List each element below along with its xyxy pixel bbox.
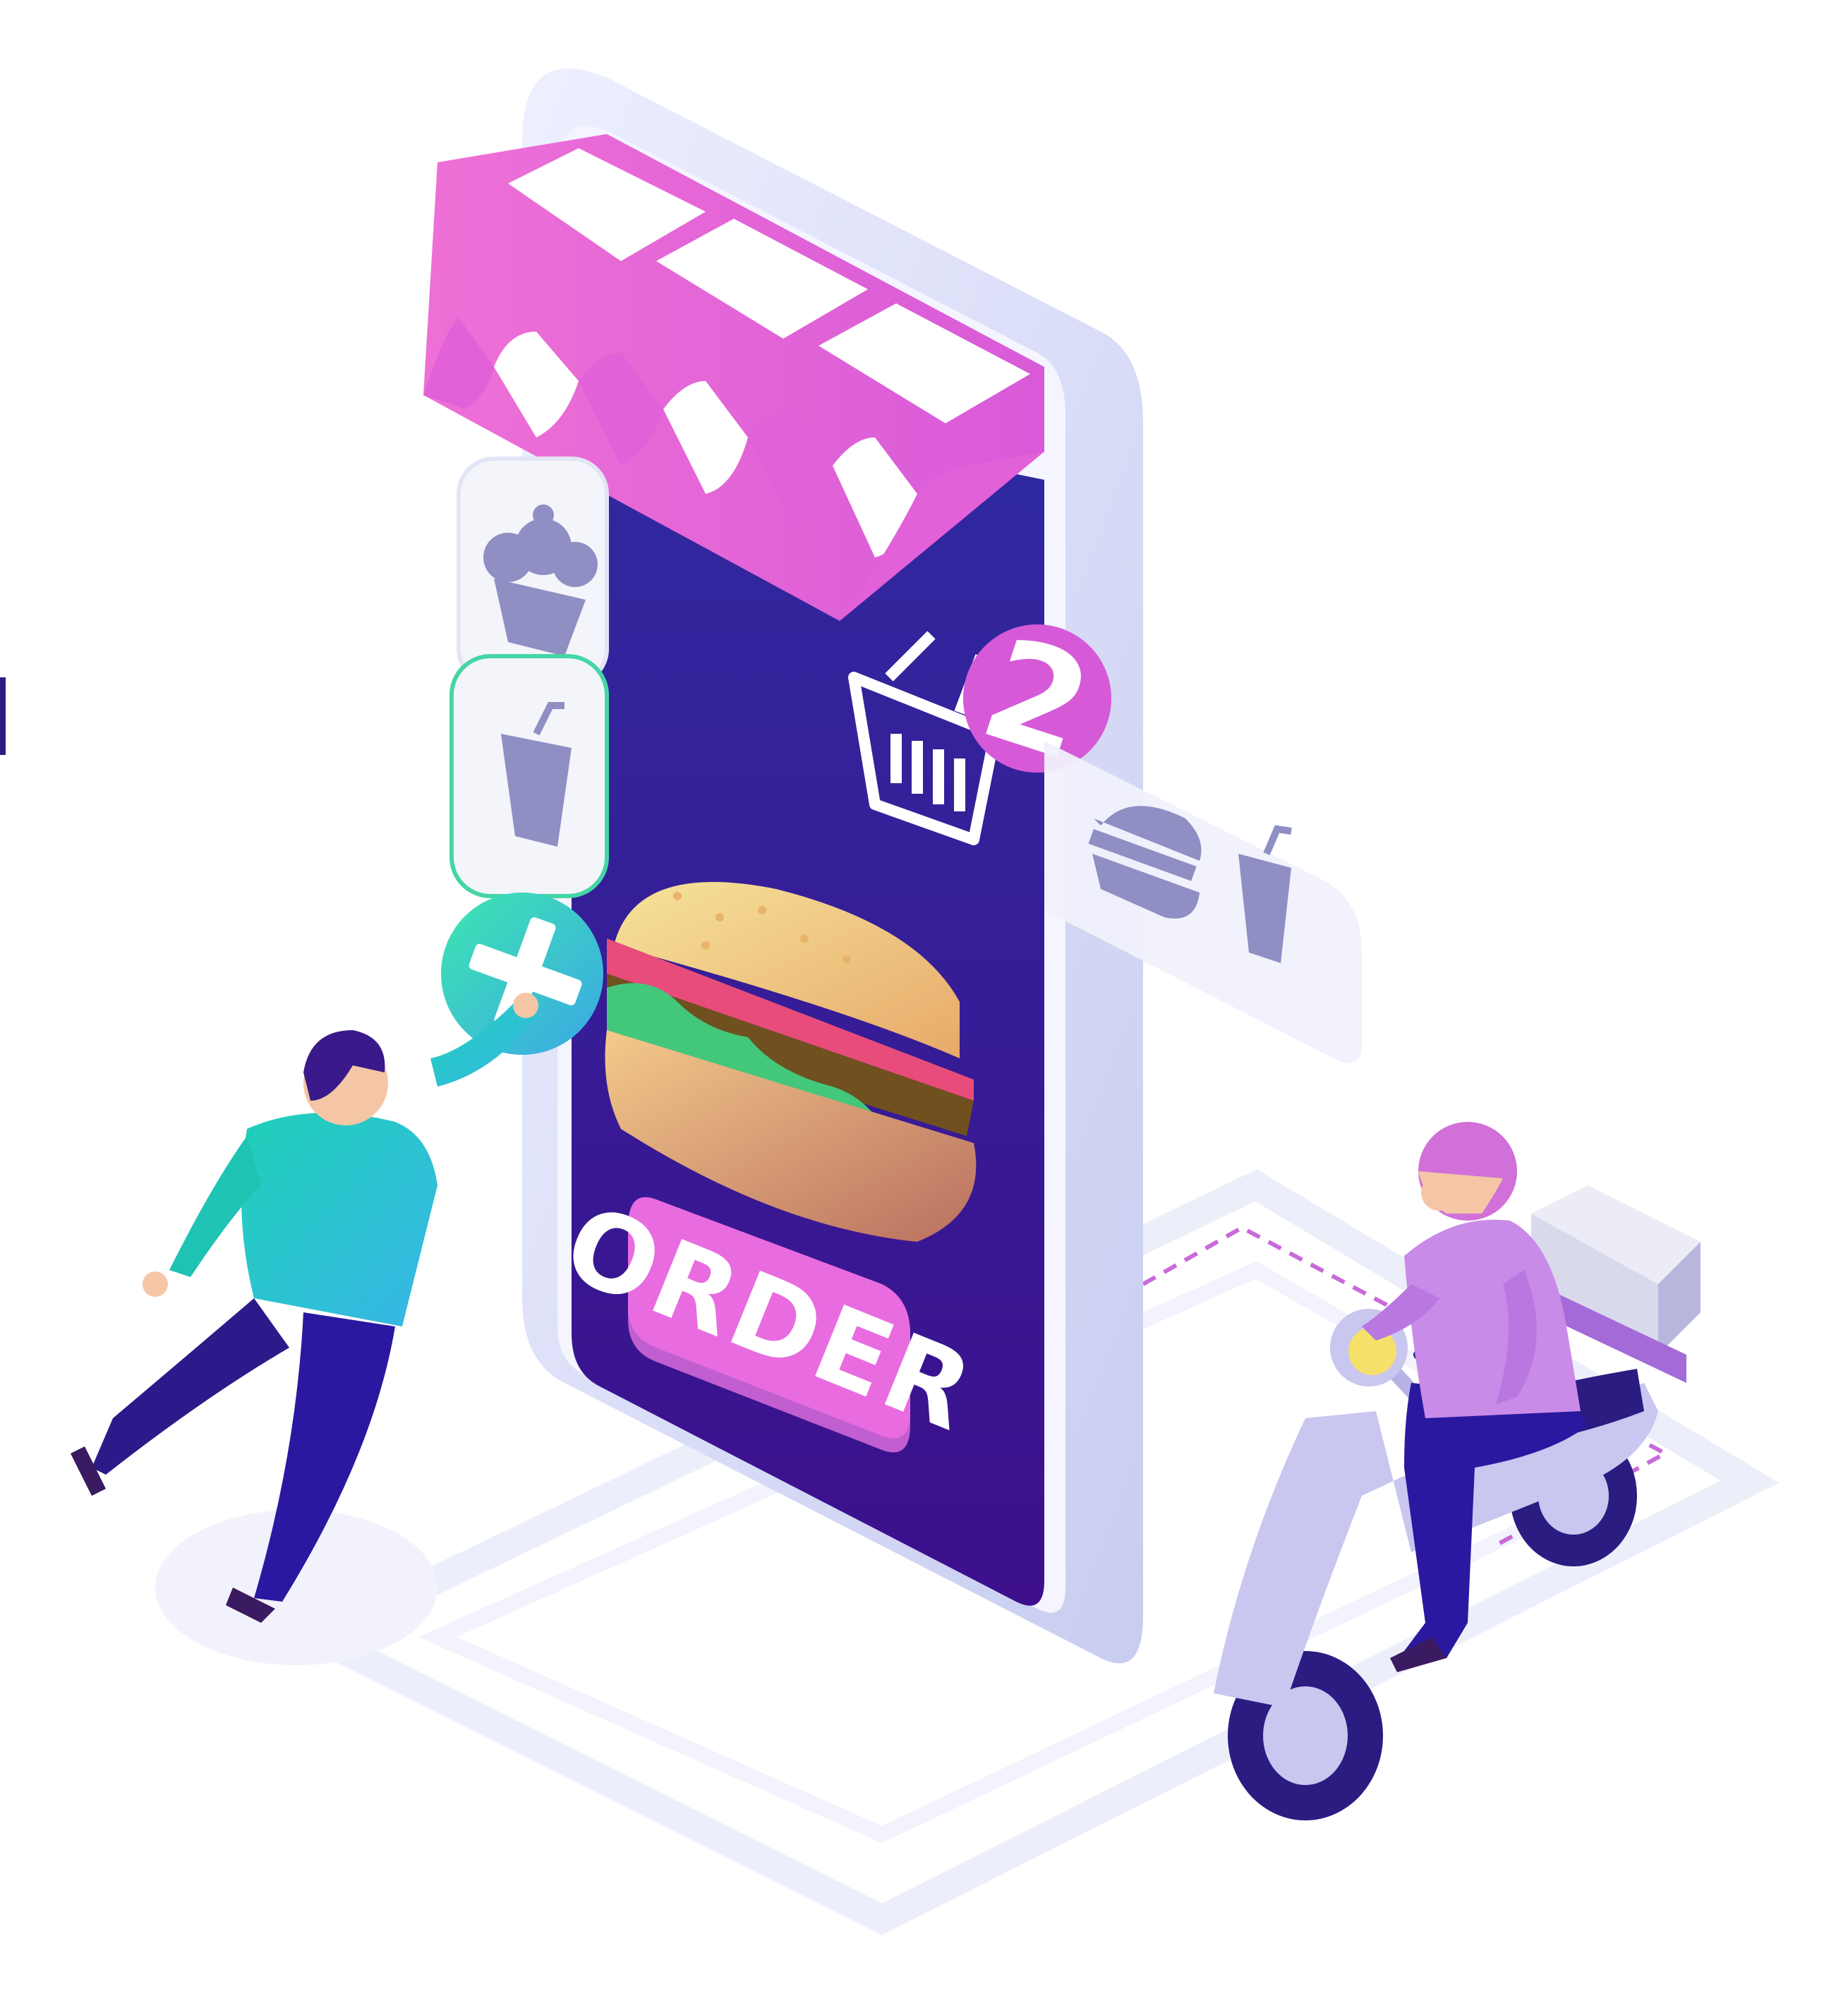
category-card-dessert[interactable] — [457, 457, 609, 687]
delivery-courier — [1214, 1122, 1701, 1820]
food-delivery-illustration: 2 ORDER — [0, 0, 1848, 2001]
edge-mark — [0, 677, 6, 755]
customer-character — [71, 993, 538, 1623]
category-card-drinks[interactable] — [449, 654, 609, 898]
